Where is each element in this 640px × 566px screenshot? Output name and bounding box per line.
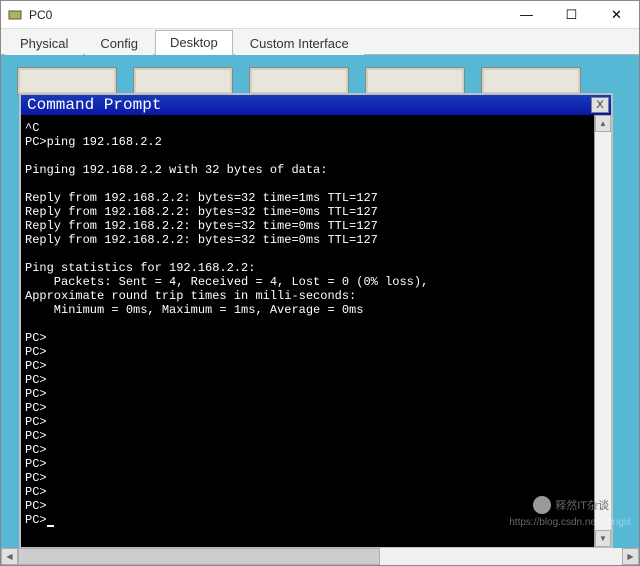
tab-bar: Physical Config Desktop Custom Interface [1,29,639,55]
horizontal-scrollbar[interactable]: ◀ ▶ [1,548,639,565]
scroll-up-button[interactable]: ▲ [595,115,611,132]
app-icon [7,7,23,23]
titlebar: PC0 — ☐ ✕ [1,1,639,29]
desktop-app-icon[interactable] [17,67,117,95]
terminal-output[interactable]: ^C PC>ping 192.168.2.2 Pinging 192.168.2… [21,115,594,547]
scroll-track[interactable] [18,548,622,565]
tab-desktop[interactable]: Desktop [155,30,233,55]
command-prompt-window: Command Prompt X ^C PC>ping 192.168.2.2 … [19,93,613,548]
command-prompt-title: Command Prompt [23,96,591,114]
desktop-app-icon[interactable] [133,67,233,95]
desktop-app-icon[interactable] [481,67,581,95]
command-prompt-titlebar[interactable]: Command Prompt X [21,95,611,115]
scroll-down-button[interactable]: ▼ [595,530,611,547]
vertical-scrollbar[interactable]: ▲ ▼ [594,115,611,547]
command-prompt-body: ^C PC>ping 192.168.2.2 Pinging 192.168.2… [21,115,611,547]
window-title: PC0 [29,8,504,22]
maximize-button[interactable]: ☐ [549,1,594,28]
tab-custom-interface[interactable]: Custom Interface [235,31,364,55]
scroll-left-button[interactable]: ◀ [1,548,18,565]
tab-config[interactable]: Config [85,31,153,55]
desktop-app-icon[interactable] [365,67,465,95]
close-button[interactable]: ✕ [594,1,639,28]
desktop-area: Command Prompt X ^C PC>ping 192.168.2.2 … [1,55,639,548]
desktop-app-icon[interactable] [249,67,349,95]
command-prompt-close-button[interactable]: X [591,97,609,113]
app-window: PC0 — ☐ ✕ Physical Config Desktop Custom… [0,0,640,566]
window-controls: — ☐ ✕ [504,1,639,28]
tab-physical[interactable]: Physical [5,31,83,55]
scroll-thumb[interactable] [18,548,380,565]
scroll-right-button[interactable]: ▶ [622,548,639,565]
minimize-button[interactable]: — [504,1,549,28]
